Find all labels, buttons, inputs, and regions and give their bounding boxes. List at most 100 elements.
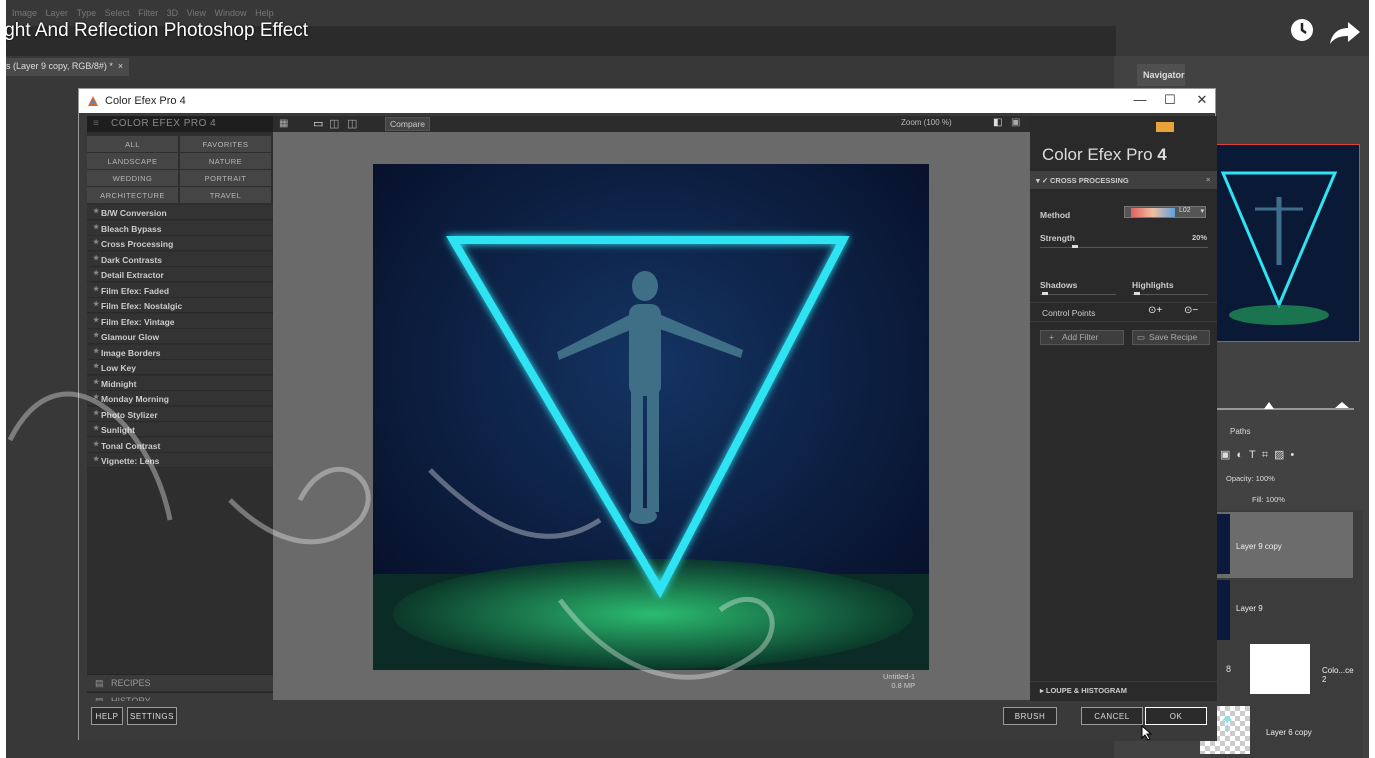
shadows-slider-handle[interactable] — [1042, 292, 1048, 295]
filter-item[interactable]: Film Efex: Faded — [87, 282, 273, 298]
category-nature[interactable]: NATURE — [180, 153, 271, 169]
category-portrait[interactable]: PORTRAIT — [180, 170, 271, 186]
filter-item[interactable]: Midnight — [87, 375, 273, 391]
save-recipe-button[interactable]: ▭ Save Recipe — [1132, 330, 1210, 345]
opacity-value[interactable]: 100% — [1256, 474, 1275, 483]
tab-paths[interactable]: Paths — [1230, 427, 1250, 436]
photoshop-window: Image Layer Type Select Filter 3D View W… — [6, 0, 1369, 758]
layer-row[interactable]: Layer 9 — [1210, 578, 1353, 644]
menu-layer[interactable]: Layer — [46, 8, 69, 18]
layer-filter-icons[interactable]: ▣◐T⌗▨• — [1220, 448, 1300, 462]
shadows-slider[interactable] — [1040, 294, 1116, 295]
strength-slider[interactable] — [1040, 247, 1208, 248]
method-dropdown[interactable]: L02 ▾ — [1124, 206, 1206, 218]
maximize-button[interactable]: ☐ — [1155, 92, 1185, 110]
add-filter-label: Add Filter — [1061, 332, 1099, 342]
menu-lines-icon[interactable]: ≡ — [93, 118, 99, 129]
category-travel[interactable]: TRAVEL — [180, 187, 271, 203]
video-title[interactable]: ight And Reflection Photoshop Effect — [6, 20, 308, 42]
recipes-section[interactable]: ▤ RECIPES — [87, 674, 273, 691]
navigator-slider-handle-icon[interactable] — [1264, 402, 1274, 409]
zoom-dropdown[interactable]: Zoom (100 %) — [901, 118, 952, 127]
layer-arrow-icon: ⇡ — [1218, 712, 1237, 737]
color-efex-dialog: Color Efex Pro 4 — ☐ ✕ ≡ COLOR EFEX PRO … — [78, 88, 1217, 741]
filter-item[interactable]: Monday Morning — [87, 391, 273, 406]
filter-item[interactable]: Tonal Contrast — [87, 437, 273, 453]
layer-row[interactable]: ⇡ Layer 6 copy — [1200, 704, 1343, 758]
filter-item[interactable]: Detail Extractor — [87, 267, 273, 282]
nik-logo-icon — [1156, 122, 1174, 132]
filter-item[interactable]: Photo Stylizer — [87, 406, 273, 422]
fill-value[interactable]: 100% — [1266, 495, 1285, 504]
filter-item[interactable]: Image Borders — [87, 344, 273, 360]
category-all[interactable]: ALL — [87, 136, 178, 152]
tab-navigator[interactable]: Navigator — [1137, 64, 1185, 86]
filter-item[interactable]: Dark Contrasts — [87, 251, 273, 267]
opacity-control[interactable]: Opacity: 100% — [1226, 474, 1275, 483]
settings-button[interactable]: SETTINGS — [127, 707, 177, 725]
plus-icon: + — [1049, 332, 1054, 342]
menu-window[interactable]: Window — [215, 8, 247, 18]
navigator-zoom-slider[interactable] — [1214, 408, 1354, 410]
loupe-histogram-section[interactable]: ▸ LOUPE & HISTOGRAM — [1030, 681, 1217, 701]
panel-title-version: 4 — [1157, 145, 1167, 164]
cross-processing-section[interactable]: ▾ ✓ CROSS PROCESSING × — [1030, 171, 1217, 189]
category-favorites[interactable]: FAVORITES — [180, 136, 271, 152]
document-tab-close-icon[interactable]: × — [118, 61, 123, 71]
menu-view[interactable]: View — [187, 8, 206, 18]
filter-item[interactable]: Glamour Glow — [87, 329, 273, 344]
help-button[interactable]: HELP — [91, 707, 123, 725]
highlights-slider-handle[interactable] — [1134, 292, 1140, 295]
minimize-button[interactable]: — — [1125, 92, 1155, 110]
layer-row[interactable]: Layer 9 copy — [1210, 512, 1353, 578]
category-landscape[interactable]: LANDSCAPE — [87, 153, 178, 169]
add-filter-button[interactable]: + Add Filter — [1040, 330, 1124, 345]
canvas-name: Untitled-1 — [883, 672, 916, 681]
document-tab[interactable]: s (Layer 9 copy, RGB/8#) * × — [6, 58, 130, 76]
recipes-label: RECIPES — [111, 678, 151, 688]
category-architecture[interactable]: ARCHITECTURE — [87, 187, 178, 203]
filter-item[interactable]: B/W Conversion — [87, 205, 273, 220]
watch-later-icon[interactable] — [1290, 18, 1314, 42]
menu-help[interactable]: Help — [255, 8, 274, 18]
category-wedding[interactable]: WEDDING — [87, 170, 178, 186]
brush-button[interactable]: BRUSH — [1003, 707, 1057, 725]
filter-item[interactable]: Low Key — [87, 360, 273, 375]
filter-item[interactable]: Vignette: Lens — [87, 453, 273, 468]
section-title: CROSS PROCESSING — [1050, 176, 1129, 185]
remove-control-point-icon[interactable]: ⊙− — [1184, 305, 1198, 316]
strength-slider-handle[interactable] — [1072, 245, 1078, 248]
menu-filter[interactable]: Filter — [138, 8, 158, 18]
menu-image[interactable]: Image — [12, 8, 37, 18]
canvas-size: 0.8 MP — [891, 681, 916, 690]
filter-item[interactable]: Film Efex: Vintage — [87, 313, 273, 329]
background-color-icon[interactable]: ◧ — [993, 117, 1002, 128]
single-view-icon[interactable]: ▭ — [313, 117, 323, 130]
filter-item[interactable]: Film Efex: Nostalgic — [87, 298, 273, 313]
fill-control[interactable]: Fill: 100% — [1252, 495, 1285, 504]
side-by-side-view-icon[interactable]: ◫ — [347, 117, 357, 130]
menu-type[interactable]: Type — [77, 8, 97, 18]
compare-button[interactable]: Compare — [385, 117, 430, 131]
filter-item[interactable]: Sunlight — [87, 422, 273, 437]
ok-button[interactable]: OK — [1145, 707, 1207, 725]
split-view-icon[interactable]: ◫ — [329, 117, 339, 130]
layer-row[interactable]: 8 Colo...ce 2 — [1210, 644, 1354, 710]
menu-3d[interactable]: 3D — [167, 8, 179, 18]
share-icon[interactable] — [1326, 18, 1362, 48]
add-control-point-icon[interactable]: ⊙+ — [1148, 305, 1162, 316]
method-swatch-icon — [1131, 208, 1175, 217]
panel-title: Color Efex Pro 4 — [1042, 145, 1167, 165]
preview-mode-icon[interactable]: ▦ — [279, 118, 288, 129]
filter-item[interactable]: Cross Processing — [87, 236, 273, 251]
loupe-toggle-icon[interactable]: ▣ — [1011, 117, 1020, 128]
menu-select[interactable]: Select — [105, 8, 130, 18]
cancel-button[interactable]: CANCEL — [1081, 707, 1143, 725]
close-button[interactable]: ✕ — [1187, 92, 1217, 110]
section-collapse-icon[interactable]: ▾ ✓ — [1036, 176, 1048, 185]
section-close-icon[interactable]: × — [1206, 175, 1210, 184]
highlights-slider[interactable] — [1132, 294, 1208, 295]
navigator-zoom-in-icon[interactable] — [1335, 402, 1349, 408]
recipes-icon: ▤ — [95, 678, 104, 688]
filter-item[interactable]: Bleach Bypass — [87, 220, 273, 236]
